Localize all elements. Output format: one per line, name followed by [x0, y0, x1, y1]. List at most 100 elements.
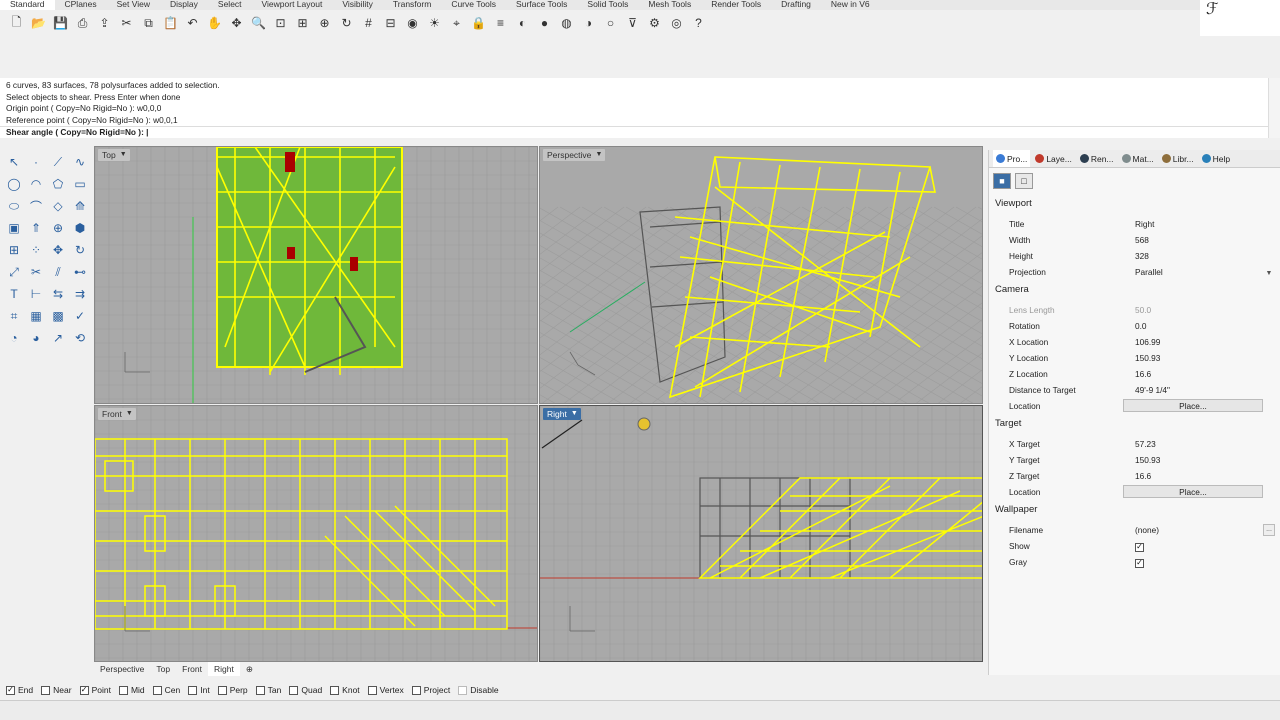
osnap-mid[interactable]: Mid — [118, 685, 145, 695]
filter-icon[interactable]: ⊽ — [622, 13, 643, 33]
viewport-tab-right[interactable]: Right — [207, 662, 240, 676]
add-viewport-icon[interactable]: ⊕ — [240, 662, 259, 676]
viewport-label-right[interactable]: Right ▼ — [543, 408, 581, 420]
cut-icon[interactable]: ✂ — [116, 13, 137, 33]
osnap-checkbox[interactable]: ✓ — [6, 685, 15, 695]
toolbar-tab[interactable]: Display — [160, 0, 208, 10]
osnap-checkbox[interactable] — [458, 685, 468, 695]
copy-icon[interactable]: ⧉ — [138, 13, 159, 33]
distance-field[interactable]: 49'-9 1/4" — [1123, 382, 1275, 398]
camera-icon[interactable]: ◉ — [402, 13, 423, 33]
viewport-right[interactable]: Right ▼ — [539, 405, 983, 662]
fillet-icon[interactable]: ⌒ — [26, 196, 46, 216]
y-location-field[interactable]: 150.93 — [1123, 350, 1275, 366]
viewport-tab-top[interactable]: Top — [150, 662, 176, 676]
osnap-knot[interactable]: Knot — [330, 685, 360, 695]
panel-tab[interactable]: Help — [1199, 150, 1233, 167]
osnap-disable[interactable]: Disable — [458, 685, 499, 695]
pan-icon[interactable]: ✋ — [204, 13, 225, 33]
chevron-down-icon[interactable]: ▼ — [120, 149, 127, 161]
osnap-checkbox[interactable] — [152, 685, 162, 695]
analyze-icon[interactable]: ◔ — [4, 328, 24, 348]
surface-icon[interactable]: ◇ — [48, 196, 68, 216]
mirror-icon[interactable]: ⇆ — [48, 284, 68, 304]
x-target-field[interactable]: 57.23 — [1123, 436, 1275, 452]
trim-icon[interactable]: ✂ — [26, 262, 46, 282]
command-line[interactable]: Shear angle ( Copy=No Rigid=No ): | — [0, 126, 1268, 138]
paste-icon[interactable]: 📋 — [160, 13, 181, 33]
osnap-cen[interactable]: Cen — [152, 685, 180, 695]
toolbar-tab[interactable]: Select — [208, 0, 252, 10]
osnap-perp[interactable]: Perp — [217, 685, 248, 695]
boolean-icon[interactable]: ⊕ — [48, 218, 68, 238]
import-icon[interactable]: ⇪ — [94, 13, 115, 33]
osnap-checkbox[interactable] — [411, 685, 421, 695]
toolbar-tab[interactable]: Visibility — [332, 0, 383, 10]
sphere-icon[interactable]: ● — [534, 13, 555, 33]
arc-icon[interactable]: ◠ — [26, 174, 46, 194]
block-icon[interactable]: ▦ — [26, 306, 46, 326]
check-icon[interactable]: ✓ — [70, 306, 90, 326]
print-icon[interactable]: ⎙ — [72, 13, 93, 33]
command-scrollbar[interactable] — [1268, 78, 1280, 138]
toolbar-tab[interactable]: Curve Tools — [441, 0, 506, 10]
toolbar-tab[interactable]: CPlanes — [55, 0, 107, 10]
width-field[interactable]: 568 — [1123, 232, 1275, 248]
chevron-down-icon[interactable]: ▼ — [126, 408, 133, 420]
toolbar-tab[interactable]: Transform — [383, 0, 441, 10]
material-icon[interactable]: ◐ — [512, 13, 533, 33]
osnap-checkbox[interactable] — [217, 685, 227, 695]
help-icon[interactable]: ? — [688, 13, 709, 33]
cage-icon[interactable]: ⊞ — [4, 240, 24, 260]
new-icon[interactable]: 🗋 — [6, 13, 27, 33]
viewport-tab-front[interactable]: Front — [176, 662, 208, 676]
box-icon[interactable]: ▣ — [4, 218, 24, 238]
extrude-icon[interactable]: ⇑ — [26, 218, 46, 238]
browse-button[interactable]: ... — [1263, 524, 1275, 536]
orient-icon[interactable]: ↗ — [48, 328, 68, 348]
mesh-icon[interactable]: ▩ — [48, 306, 68, 326]
z-target-field[interactable]: 16.6 — [1123, 468, 1275, 484]
polyline-icon[interactable]: ⟋ — [48, 152, 68, 172]
viewport-perspective[interactable]: Perspective ▼ — [539, 146, 983, 404]
osnap-project[interactable]: Project — [411, 685, 450, 695]
ellipse-icon[interactable]: ⬭ — [4, 196, 24, 216]
cplane-icon[interactable]: ⊟ — [380, 13, 401, 33]
options-icon[interactable]: ⚙ — [644, 13, 665, 33]
save-icon[interactable]: 💾 — [50, 13, 71, 33]
loft-icon[interactable]: ⟰ — [70, 196, 90, 216]
toolbar-tab[interactable]: Mesh Tools — [638, 0, 701, 10]
group-icon[interactable]: ⌗ — [4, 306, 24, 326]
panel-tab[interactable]: Libr... — [1159, 150, 1197, 167]
x-location-field[interactable]: 106.99 — [1123, 334, 1275, 350]
dimension-icon[interactable]: ⊢ — [26, 284, 46, 304]
open-icon[interactable]: 📂 — [28, 13, 49, 33]
offset-icon[interactable]: ⇉ — [70, 284, 90, 304]
lights-icon[interactable]: ☀ — [424, 13, 445, 33]
split-icon[interactable]: ⫽ — [48, 262, 68, 282]
projection-select[interactable]: Parallel — [1123, 264, 1275, 280]
viewport-label-top[interactable]: Top ▼ — [98, 149, 130, 161]
viewport-label-front[interactable]: Front ▼ — [98, 408, 136, 420]
camera-icon[interactable]: ■ — [993, 173, 1011, 189]
gray-checkbox[interactable]: ✓ — [1135, 558, 1144, 568]
chevron-down-icon[interactable]: ▼ — [1263, 266, 1275, 278]
viewport-tab-perspective[interactable]: Perspective — [94, 662, 150, 676]
move-icon[interactable]: ✥ — [48, 240, 68, 260]
lock-icon[interactable]: 🔒 — [468, 13, 489, 33]
osnap-point[interactable]: ✓ Point — [79, 685, 111, 695]
viewport-top[interactable]: Top ▼ — [94, 146, 538, 404]
snap-icon[interactable]: ⌖ — [446, 13, 467, 33]
osnap-quad[interactable]: Quad — [289, 685, 322, 695]
toolbar-tab[interactable]: Solid Tools — [577, 0, 638, 10]
y-target-field[interactable]: 150.93 — [1123, 452, 1275, 468]
zoom-icon[interactable]: 🔍 — [248, 13, 269, 33]
toolbar-tab[interactable]: Surface Tools — [506, 0, 577, 10]
osnap-end[interactable]: ✓ End — [6, 685, 33, 695]
toolbar-tab[interactable]: Viewport Layout — [252, 0, 333, 10]
osnap-checkbox[interactable] — [188, 685, 198, 695]
ghost-icon[interactable]: ○ — [600, 13, 621, 33]
globe-icon[interactable]: ◎ — [666, 13, 687, 33]
osnap-near[interactable]: Near — [41, 685, 72, 695]
text-icon[interactable]: T — [4, 284, 24, 304]
